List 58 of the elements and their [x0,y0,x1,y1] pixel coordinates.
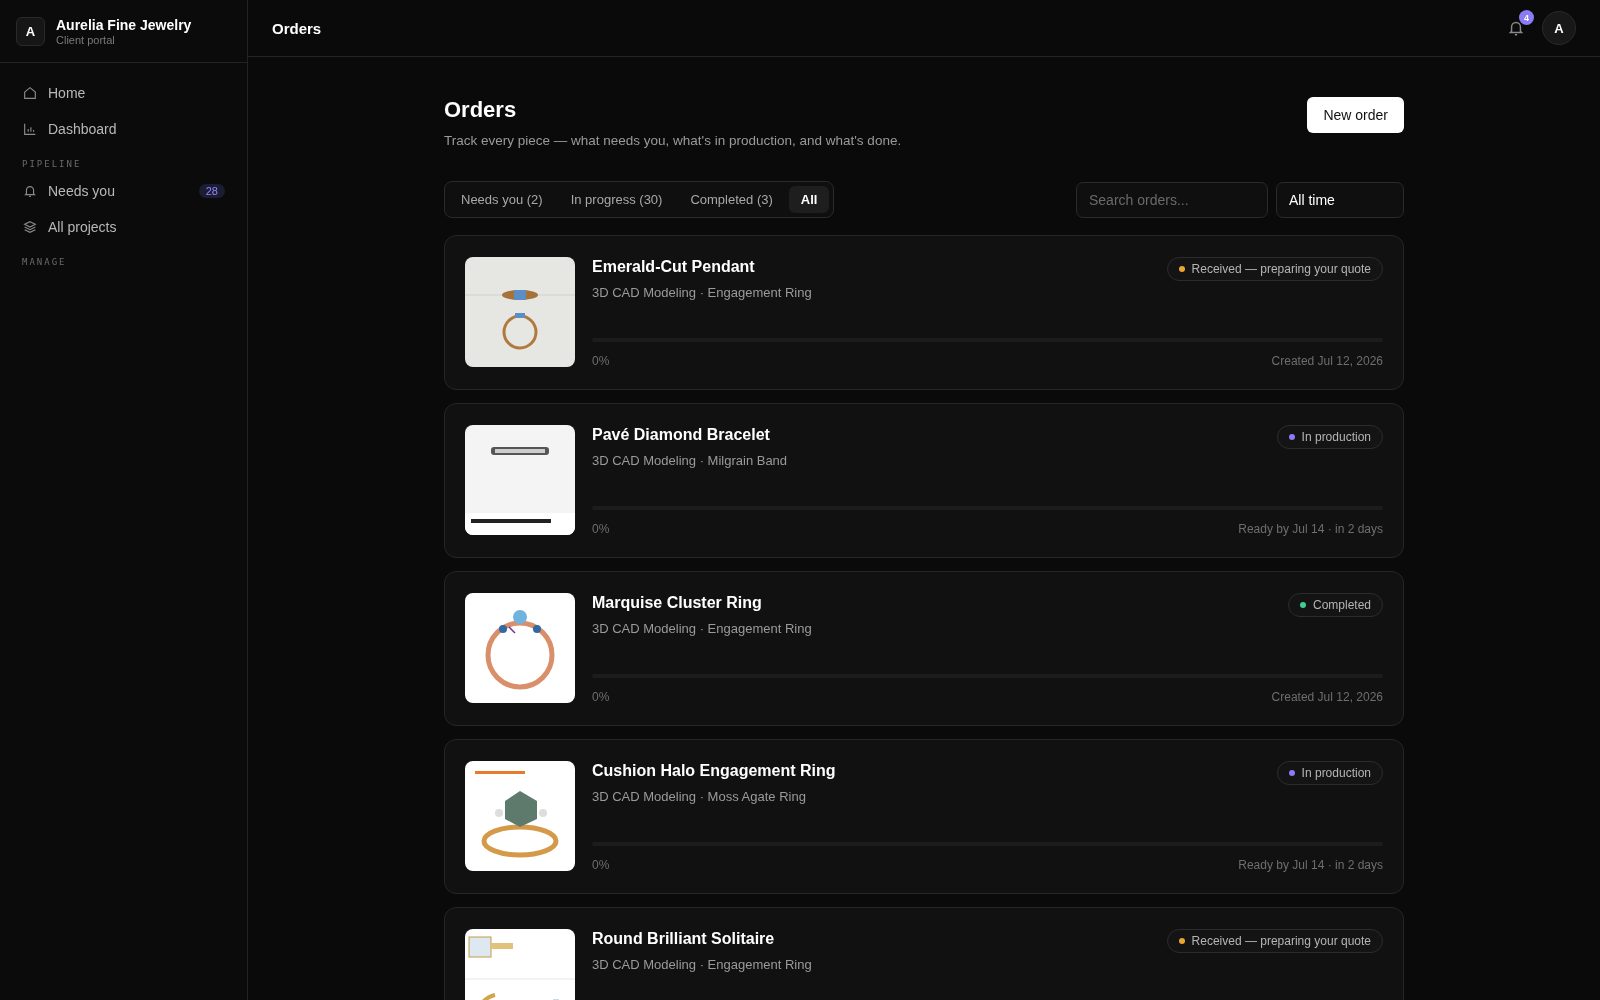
sidebar-item-label: All projects [48,219,118,235]
order-title: Round Brilliant Solitaire [592,930,776,948]
status-label: In production [1301,430,1371,444]
order-date: Ready by Jul 14 · in 2 days [1238,522,1383,536]
page-title: Orders [444,97,518,123]
filter-tab[interactable]: Completed (3) [678,186,785,213]
order-date: Created Jul 12, 2026 [1271,354,1383,368]
order-meta: 3D CAD Modeling · Engagement Ring [592,957,812,972]
order-meta: 3D CAD Modeling · Moss Agate Ring [592,789,807,804]
nav-section-heading: PIPELINE [21,158,83,171]
bell-icon [22,183,38,199]
layers-icon [22,219,38,235]
sidebar-item[interactable]: Dashboard [14,111,233,147]
order-title: Emerald-Cut Pendant [592,258,756,276]
user-avatar[interactable]: A [1542,11,1576,45]
order-card[interactable]: Marquise Cluster Ring 3D CAD Modeling · Engagement Ring Completed 0% Created Jul 12, 2026 [444,571,1404,726]
order-title: Pavé Diamond Bracelet [592,426,771,444]
progress-percent: 0% [592,858,610,872]
count-badge: 28 [198,184,225,198]
notification-count: 4 [1519,10,1534,25]
order-title: Cushion Halo Engagement Ring [592,762,836,780]
home-icon [22,85,38,101]
topbar-title: Orders [272,19,323,37]
progress-percent: 0% [592,354,610,368]
sidebar-item-label: Needs you [48,183,116,199]
period-dropdown[interactable]: All time [1276,181,1404,218]
sidebar-item-label: Home [48,85,87,101]
new-order-button[interactable]: New order [1307,97,1404,133]
sidebar-item[interactable]: Needs you 28 [14,173,233,209]
bar-chart-icon [22,121,38,137]
order-card[interactable]: Pavé Diamond Bracelet 3D CAD Modeling · Milgrain Band In production 0% Ready by Jul 14 · in 2 days [444,403,1404,558]
brand-name: Aurelia Fine Jewelry [56,16,192,33]
status-label: Completed [1312,598,1371,612]
filter-tab[interactable]: All [788,186,830,213]
order-date: Created Jul 12, 2026 [1271,690,1383,704]
filter-tab[interactable]: Needs you (2) [449,186,555,213]
order-card[interactable]: Cushion Halo Engagement Ring 3D CAD Modeling · Moss Agate Ring In production 0% Ready by Jul 14 · in 2 days [444,739,1404,894]
order-title: Marquise Cluster Ring [592,594,763,612]
progress-percent: 0% [592,690,610,704]
order-meta: 3D CAD Modeling · Engagement Ring [592,621,812,636]
brand-subtitle: Client portal [56,33,116,46]
page-subtitle: Track every piece — what needs you, what's in production, and what's done. [444,133,902,148]
sidebar-item[interactable]: Home [14,75,233,111]
order-meta: 3D CAD Modeling · Milgrain Band [592,453,788,468]
search-field[interactable]: Search orders... [1076,181,1268,218]
status-label: In production [1301,766,1371,780]
order-card[interactable]: Emerald-Cut Pendant 3D CAD Modeling · Engagement Ring Received — preparing your quote 0% Created Jul 12, 2026 [444,235,1404,390]
status-label: Received — preparing your quote [1191,262,1371,276]
progress-percent: 0% [592,522,610,536]
brand-logo: A [16,16,45,46]
status-label: Received — preparing your quote [1191,934,1371,948]
nav-section-heading: MANAGE [21,256,68,269]
sidebar-item-label: Dashboard [48,121,118,137]
filter-tab[interactable]: In progress (30) [558,186,675,213]
order-date: Ready by Jul 14 · in 2 days [1238,858,1383,872]
order-card[interactable]: Round Brilliant Solitaire 3D CAD Modeling · Engagement Ring Received — preparing your quote [444,907,1404,1000]
order-meta: 3D CAD Modeling · Engagement Ring [592,285,812,300]
sidebar-item[interactable]: All projects [14,209,233,245]
